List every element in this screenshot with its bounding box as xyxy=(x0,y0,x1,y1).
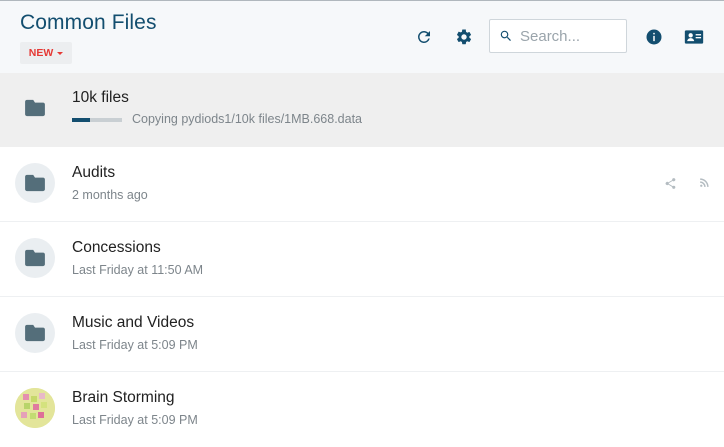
folder-icon xyxy=(15,238,55,278)
file-name: Brain Storming xyxy=(72,389,175,406)
rss-icon[interactable] xyxy=(699,177,710,188)
refresh-icon xyxy=(417,30,430,43)
new-button[interactable]: NEW xyxy=(20,42,72,64)
copy-status: Copying pydiods1/10k files/1MB.668.data xyxy=(132,112,363,126)
info-button[interactable] xyxy=(642,25,666,49)
file-modified: Last Friday at 11:50 AM xyxy=(72,263,204,277)
settings-button[interactable] xyxy=(452,25,476,49)
copy-progress-fill xyxy=(72,118,90,122)
contact-card-icon xyxy=(684,30,704,44)
file-name: 10k files xyxy=(72,89,129,106)
list-item-concessions[interactable]: Concessions Last Friday at 11:50 AM xyxy=(0,223,724,297)
copy-progress-bar xyxy=(72,118,122,122)
image-thumbnail xyxy=(15,388,55,428)
search-input[interactable] xyxy=(520,26,620,46)
file-modified: Last Friday at 5:09 PM xyxy=(72,338,198,352)
list-item-audits[interactable]: Audits 2 months ago xyxy=(0,148,724,222)
refresh-button[interactable] xyxy=(412,25,436,49)
info-icon xyxy=(646,29,662,45)
caret-down-icon xyxy=(57,52,64,55)
gear-icon xyxy=(457,29,472,45)
search-box[interactable] xyxy=(489,19,627,53)
file-modified: 2 months ago xyxy=(72,188,148,202)
list-item-music-and-videos[interactable]: Music and Videos Last Friday at 5:09 PM xyxy=(0,298,724,372)
file-name: Music and Videos xyxy=(72,314,195,331)
folder-icon xyxy=(15,88,55,128)
new-button-label: NEW xyxy=(28,47,54,59)
file-name: Audits xyxy=(72,164,116,181)
file-modified: Last Friday at 5:09 PM xyxy=(72,413,198,427)
contact-card-button[interactable] xyxy=(682,25,706,49)
file-name: Concessions xyxy=(72,239,161,256)
search-icon xyxy=(500,30,511,41)
folder-icon xyxy=(15,313,55,353)
row-actions xyxy=(664,177,710,190)
header-bar: Common Files NEW xyxy=(0,1,724,73)
share-icon[interactable] xyxy=(664,177,677,190)
folder-icon xyxy=(15,163,55,203)
page-title: Common Files xyxy=(20,11,157,34)
list-item-10k-files[interactable]: 10k files Copying pydiods1/10k files/1MB… xyxy=(0,73,724,147)
list-item-brain-storming[interactable]: Brain Storming Last Friday at 5:09 PM xyxy=(0,373,724,447)
